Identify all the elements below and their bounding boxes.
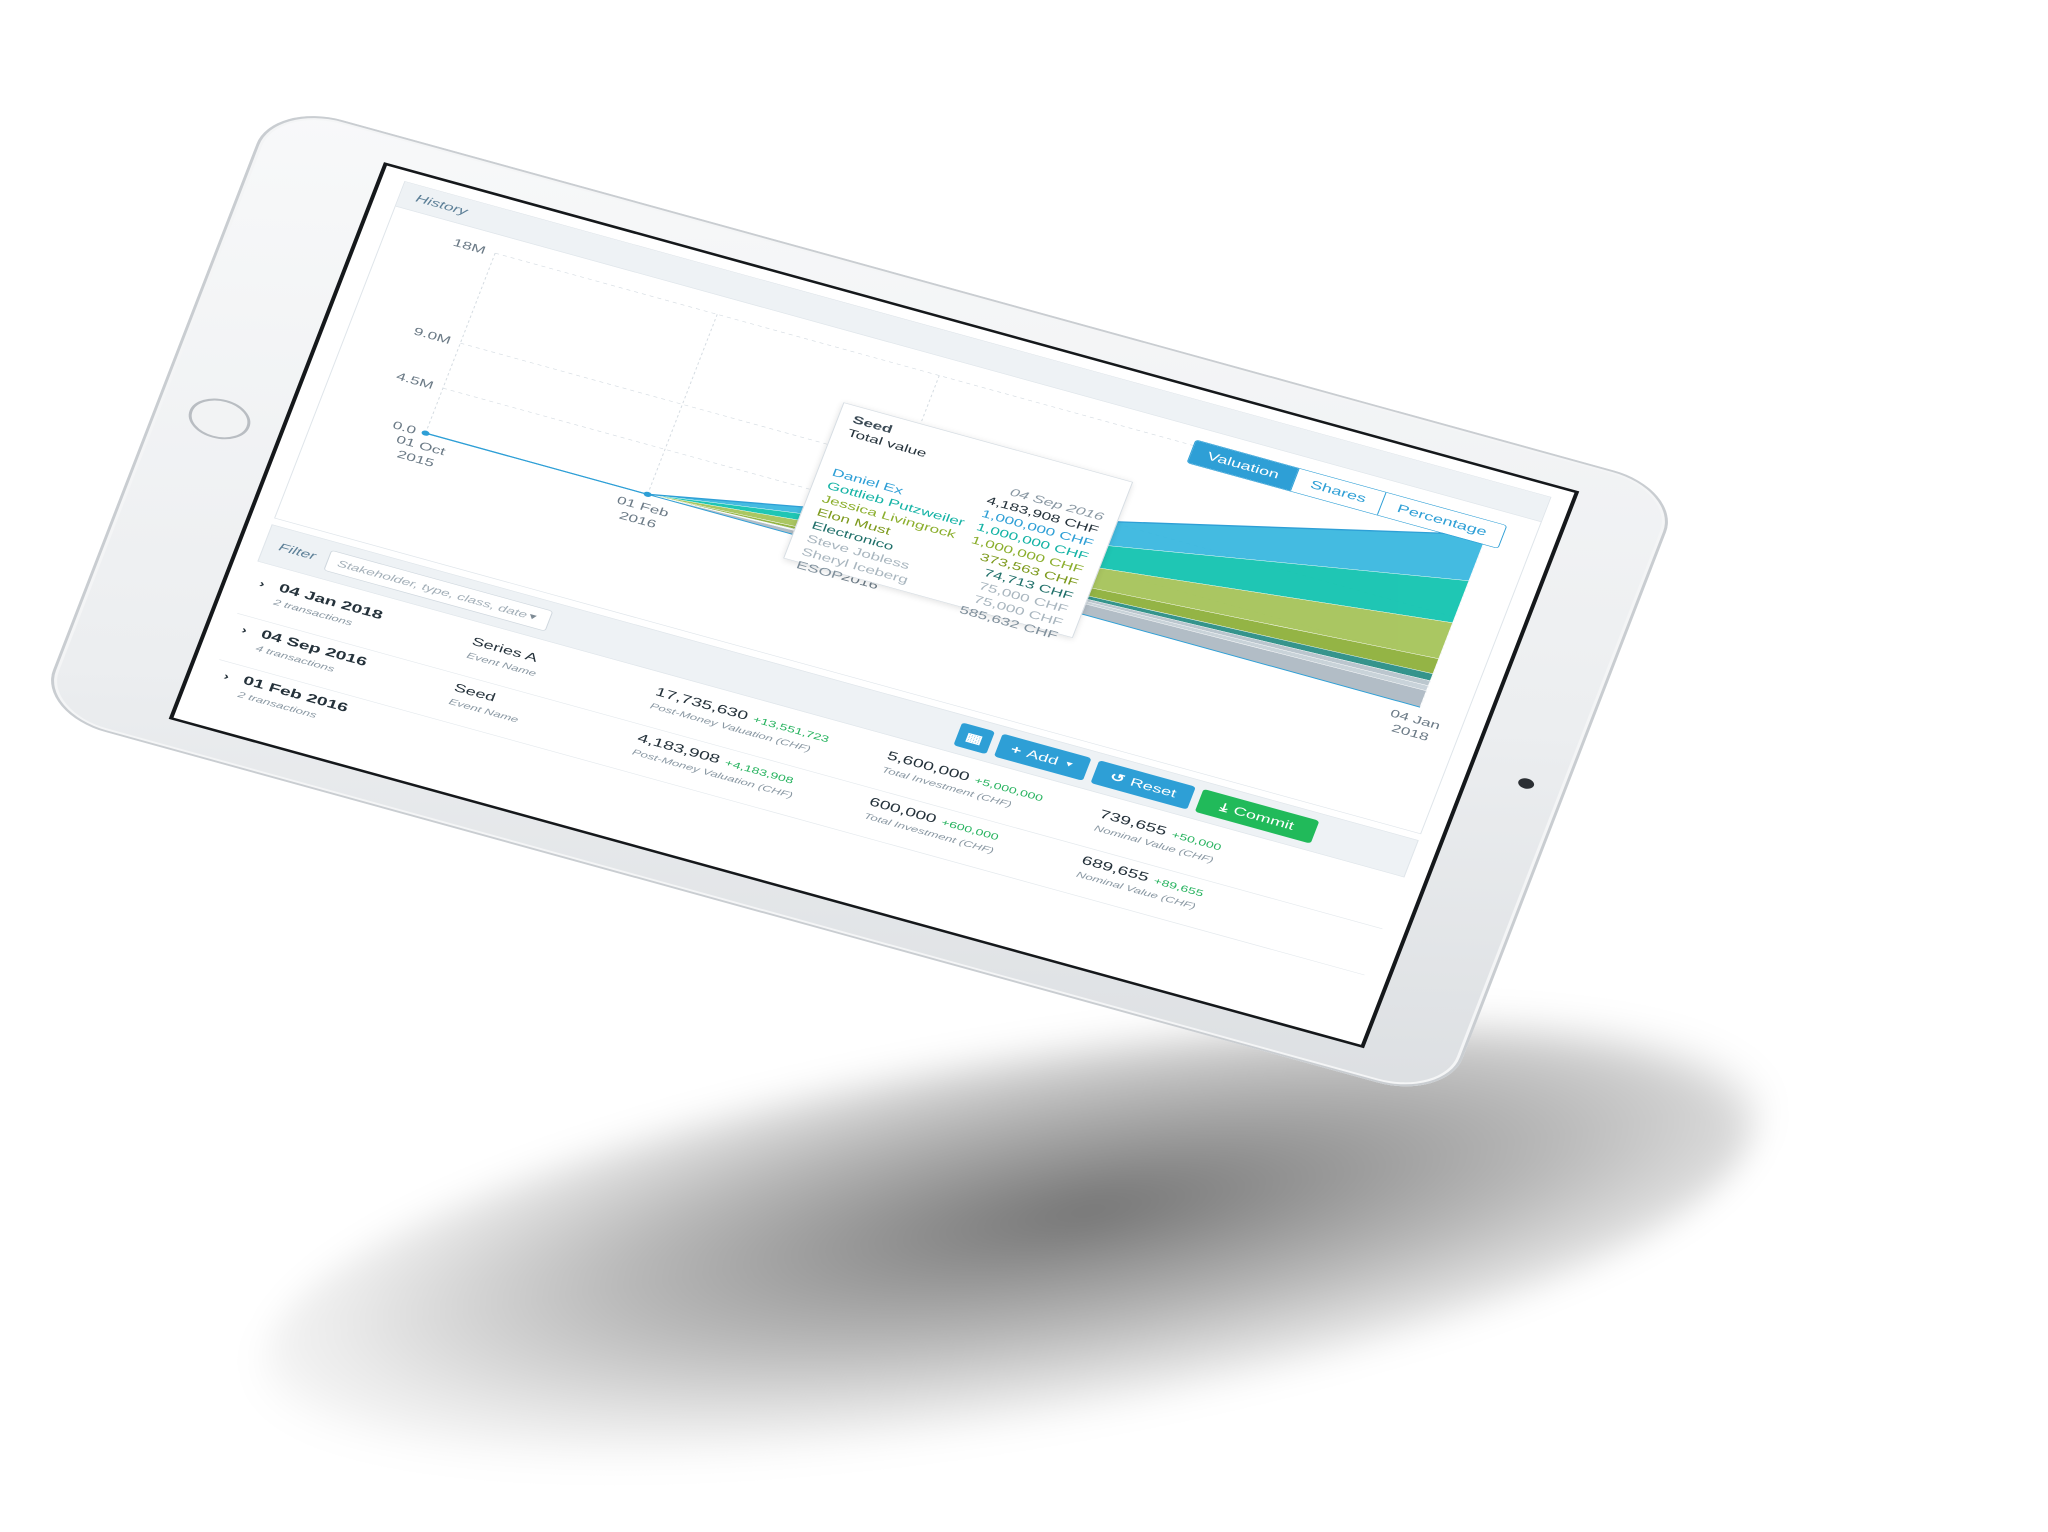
camera-icon xyxy=(1516,776,1536,791)
chevron-down-icon: ▼ xyxy=(525,610,541,623)
y-tick-label: 18M xyxy=(451,237,487,257)
chevron-right-icon[interactable]: › xyxy=(257,578,266,590)
document-icon: ▦ xyxy=(963,729,985,747)
undo-icon: ↺ xyxy=(1108,769,1128,786)
grid-line xyxy=(647,314,718,495)
chevron-right-icon[interactable]: › xyxy=(222,671,231,683)
caret-down-icon: ▼ xyxy=(1062,759,1076,770)
download-icon: ⤓ xyxy=(1218,799,1231,814)
screen: History 0.0 4.5M 9.0M 18M 01 Oct 2015 01 Feb 20… xyxy=(173,165,1575,1045)
chevron-right-icon[interactable]: › xyxy=(239,625,249,637)
plus-icon: + xyxy=(1008,742,1024,758)
home-button[interactable] xyxy=(182,392,257,446)
y-tick-label: 9.0M xyxy=(412,325,453,346)
y-tick-label: 4.5M xyxy=(394,370,435,391)
filter-label: Filter xyxy=(276,540,318,563)
tablet-device: History 0.0 4.5M 9.0M 18M 01 Oct 2015 01 Feb 20… xyxy=(36,101,1683,1102)
add-button-label: Add xyxy=(1024,746,1061,768)
